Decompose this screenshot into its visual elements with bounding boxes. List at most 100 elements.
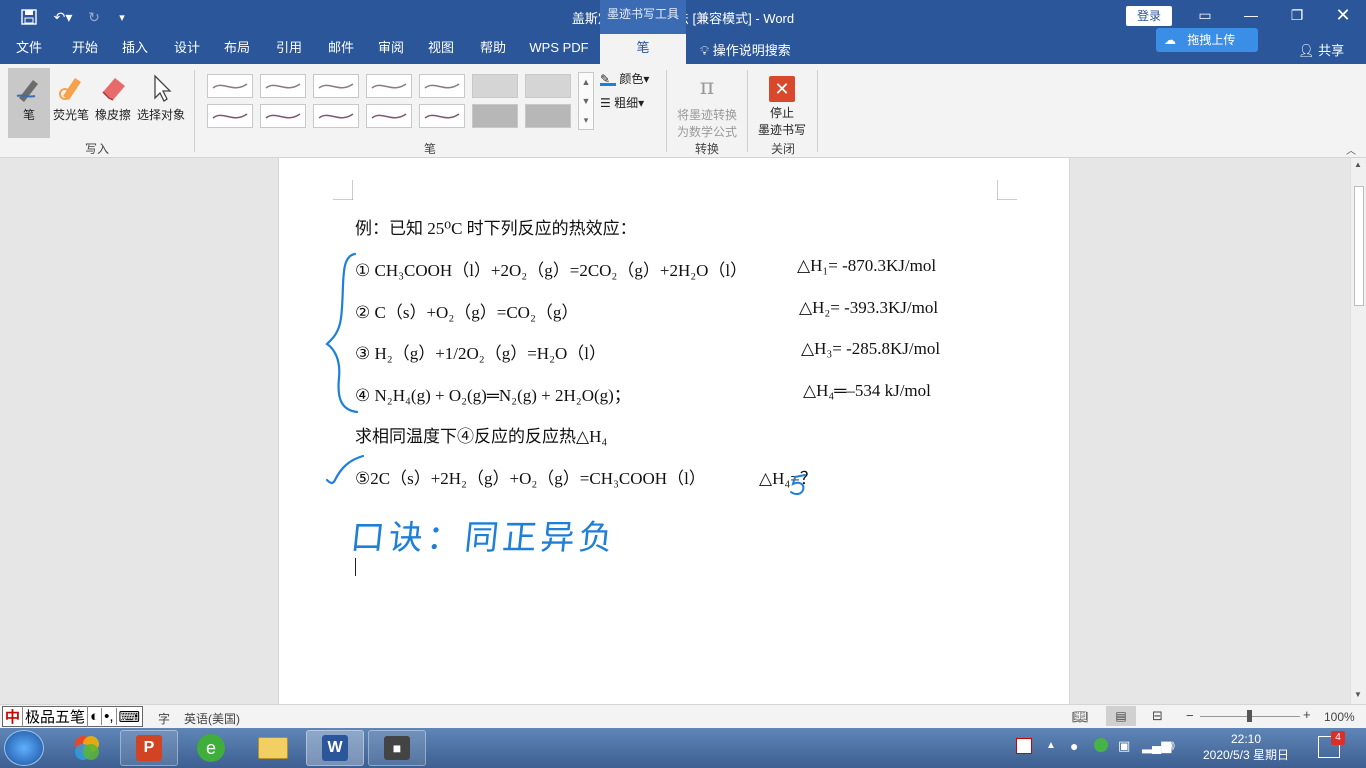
- taskbar-clock[interactable]: 22:10 2020/5/3 星期日: [1196, 731, 1296, 763]
- stop-inking-label-1: 停止: [769, 106, 794, 120]
- reaction-equation: H₂（g）+1/2O₂（g）=H₂O（l）: [374, 344, 607, 363]
- print-layout-icon[interactable]: ▤: [1106, 706, 1136, 726]
- word-count[interactable]: 字: [158, 710, 170, 727]
- action-center-icon[interactable]: 4: [1318, 731, 1345, 758]
- scroll-thumb[interactable]: [1354, 186, 1364, 306]
- close-icon[interactable]: ✕: [1320, 0, 1366, 32]
- taskbar-app-recorder-icon[interactable]: ■: [368, 730, 426, 766]
- ime-name[interactable]: 极品五笔: [23, 706, 89, 727]
- pen-tool-button[interactable]: 笔: [8, 68, 50, 138]
- collapse-ribbon-icon[interactable]: ︿: [1346, 142, 1356, 157]
- group-divider: [747, 70, 748, 152]
- ribbon: 笔 荧光笔 橡皮擦 选择对象 写入 ▲ ▼ ▾ ✎ 颜色▾ ☰ 粗细▾ 笔 π …: [0, 64, 1366, 158]
- person-icon: 👤︎: [1298, 43, 1315, 58]
- highlighter-icon: [59, 78, 81, 100]
- clock-date: 2020/5/3 星期日: [1202, 748, 1290, 762]
- ink-number-5: [790, 474, 806, 496]
- eraser-button[interactable]: 橡皮擦: [92, 68, 134, 138]
- reaction-4-enthalpy: △H₄═–534 kJ/mol: [803, 381, 931, 400]
- tab-pen[interactable]: 笔: [600, 34, 686, 64]
- language-indicator[interactable]: 英语(美国): [184, 710, 240, 727]
- zoom-slider-thumb[interactable]: [1247, 710, 1252, 722]
- zoom-in-icon[interactable]: +: [1303, 707, 1311, 722]
- tab-review[interactable]: 审阅: [368, 34, 414, 64]
- tray-ime-icon[interactable]: [1016, 738, 1032, 754]
- pen-color-button[interactable]: ✎ 颜色▾: [600, 70, 649, 90]
- margin-mark: [333, 180, 353, 200]
- select-objects-button[interactable]: 选择对象: [136, 68, 186, 138]
- tab-help[interactable]: 帮助: [470, 34, 516, 64]
- vertical-scrollbar[interactable]: ▲ ▼: [1350, 158, 1366, 704]
- reaction-1: ① CH₃COOH（l）+2O₂（g）=2CO₂（g）+2H₂O（l）: [355, 256, 747, 281]
- taskbar-app-word-icon[interactable]: W: [306, 730, 364, 766]
- close-x-icon: ✕: [769, 76, 795, 102]
- tray-device-icon[interactable]: ▣: [1118, 738, 1130, 754]
- keyboard-icon[interactable]: ⌨: [117, 708, 143, 726]
- scroll-down-icon[interactable]: ▼: [1354, 690, 1362, 699]
- reaction-2-enthalpy: △H₂= -393.3KJ/mol: [799, 298, 939, 317]
- tray-app-icon[interactable]: [1094, 738, 1108, 752]
- taskbar-app-explorer-icon[interactable]: [244, 730, 302, 766]
- taskbar-app-browser-icon[interactable]: e: [182, 730, 240, 766]
- close-group-label: 关闭: [770, 142, 795, 156]
- stop-inking-button[interactable]: ✕ 停止 墨迹书写: [754, 68, 810, 138]
- volume-icon[interactable]: 🔊︎: [1166, 737, 1175, 754]
- scroll-up-icon[interactable]: ▲: [1354, 160, 1362, 169]
- zoom-level[interactable]: 100%: [1324, 710, 1355, 724]
- tab-view[interactable]: 视图: [418, 34, 464, 64]
- ime-punctuation-icon[interactable]: •,: [102, 708, 117, 725]
- lightbulb-icon: 💡︎: [700, 43, 710, 58]
- notification-badge: 4: [1331, 731, 1345, 745]
- reaction-3: ③ H₂（g）+1/2O₂（g）=H₂O（l）: [355, 339, 606, 364]
- pen-icon: [16, 80, 38, 102]
- convert-group-label: 转换: [694, 142, 719, 156]
- pen-color-icon: ✎: [600, 72, 616, 86]
- pen-color-label: 颜色: [619, 72, 644, 86]
- read-mode-icon[interactable]: 📖︎: [1072, 709, 1089, 725]
- tray-qq-icon[interactable]: ●: [1070, 738, 1078, 754]
- taskbar-app-photos-icon[interactable]: [58, 730, 116, 766]
- ink-handwriting-mnemonic: 口诀：同正异负: [348, 518, 619, 558]
- restore-icon[interactable]: ❐: [1274, 0, 1320, 32]
- target-reaction: ⑤2C（s）+2H₂（g）+O₂（g）=CH₃COOH（l）: [355, 469, 706, 488]
- cursor-arrow-icon: [154, 74, 172, 102]
- reaction-2: ② C（s）+O₂（g）=CO₂（g）: [355, 298, 578, 323]
- pen-gallery-scroll[interactable]: ▲ ▼ ▾: [578, 72, 594, 130]
- tab-design[interactable]: 设计: [164, 34, 210, 64]
- ink-tools-label: 墨迹书写工具: [600, 0, 686, 34]
- ime-halfwidth-icon[interactable]: ◐: [88, 708, 103, 725]
- tab-wps-pdf[interactable]: WPS PDF: [524, 34, 594, 64]
- highlighter-button[interactable]: 荧光笔: [52, 68, 90, 138]
- tab-home[interactable]: 开始: [60, 34, 110, 64]
- tray-expand-icon[interactable]: ▲: [1046, 740, 1056, 751]
- tab-references[interactable]: 引用: [266, 34, 312, 64]
- zoom-out-icon[interactable]: −: [1186, 708, 1194, 723]
- tab-mailings[interactable]: 邮件: [318, 34, 364, 64]
- windows-taskbar: P e W ■ ▲ ● ▣ ▂▄▆ 🔊︎ 22:10 2020/5/3 星期日 …: [0, 728, 1366, 768]
- group-divider: [666, 70, 667, 152]
- group-divider: [817, 70, 818, 152]
- tab-file[interactable]: 文件: [6, 34, 52, 64]
- tell-me-search[interactable]: 💡︎ 操作说明搜索: [700, 40, 791, 59]
- ime-toolbar[interactable]: 中 极品五笔 ◐ •, ⌨: [2, 706, 144, 727]
- tab-insert[interactable]: 插入: [112, 34, 158, 64]
- upload-label: 拖拽上传: [1187, 33, 1236, 47]
- ink-to-math-button[interactable]: π 将墨迹转换 为数学公式: [672, 68, 742, 139]
- start-button-icon[interactable]: [4, 730, 44, 766]
- drag-upload-button[interactable]: ☁ 拖拽上传: [1156, 28, 1258, 52]
- select-objects-label: 选择对象: [136, 108, 185, 122]
- cloud-icon: ☁: [1164, 33, 1176, 47]
- ime-mode-icon[interactable]: 中: [3, 706, 24, 727]
- share-button[interactable]: 👤︎ 共享: [1298, 40, 1344, 59]
- question-text: 求相同温度下④反应的反应热△H₄: [355, 427, 608, 446]
- login-button[interactable]: 登录: [1126, 6, 1172, 26]
- document-page[interactable]: 例：已知 25⁰C 时下列反应的热效应： ① CH₃COOH（l）+2O₂（g）…: [278, 158, 1070, 704]
- web-layout-icon[interactable]: ⊟: [1152, 708, 1163, 724]
- eraser-label: 橡皮擦: [94, 108, 131, 122]
- pen-thickness-button[interactable]: ☰ 粗细▾: [600, 94, 644, 114]
- stop-inking-label-2: 墨迹书写: [757, 123, 806, 137]
- intro-text: 例：已知 25⁰C 时下列反应的热效应：: [355, 219, 637, 238]
- taskbar-app-powerpoint-icon[interactable]: P: [120, 730, 178, 766]
- highlighter-label: 荧光笔: [52, 108, 89, 122]
- tab-layout[interactable]: 布局: [214, 34, 260, 64]
